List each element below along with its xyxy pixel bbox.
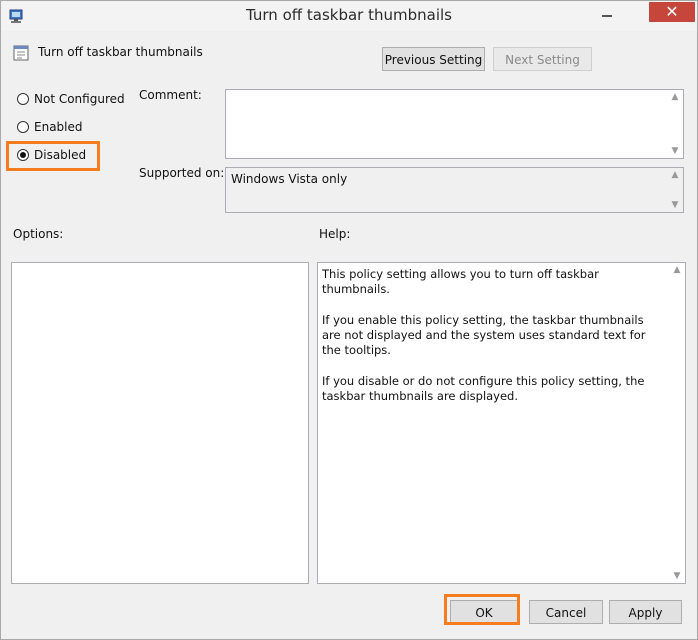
scroll-up-icon[interactable]: ▲ [669,265,685,275]
supported-scrollbar[interactable]: ▲ ▼ [667,168,683,212]
policy-setting-icon [13,45,29,61]
radio-label: Not Configured [34,92,125,106]
next-setting-button[interactable]: Next Setting [493,47,592,71]
radio-circle[interactable] [17,121,29,133]
options-panel [11,262,309,584]
supported-on-label: Supported on: [139,166,225,180]
scroll-up-icon[interactable]: ▲ [667,170,683,180]
disabled-highlight [6,141,100,171]
ok-highlight [444,594,520,625]
apply-button[interactable]: Apply [609,600,682,624]
comment-scrollbar[interactable]: ▲ ▼ [667,90,683,158]
scroll-down-icon[interactable]: ▼ [667,146,683,156]
supported-on-value: Windows Vista only [231,172,348,186]
title-bar: Turn off taskbar thumbnails ✕ [1,1,697,31]
scroll-down-icon[interactable]: ▼ [667,200,683,210]
help-text: This policy setting allows you to turn o… [322,267,665,420]
help-scrollbar[interactable]: ▲ ▼ [669,263,685,583]
help-paragraph: If you disable or do not configure this … [322,374,645,403]
scroll-up-icon[interactable]: ▲ [667,92,683,102]
comment-label: Comment: [139,88,202,102]
supported-on-box: Windows Vista only ▲ ▼ [225,167,684,213]
help-panel: This policy setting allows you to turn o… [317,262,686,584]
scroll-down-icon[interactable]: ▼ [669,571,685,581]
help-paragraph: This policy setting allows you to turn o… [322,267,599,296]
policy-name: Turn off taskbar thumbnails [38,45,203,59]
radio-circle[interactable] [17,93,29,105]
comment-textarea[interactable]: ▲ ▼ [225,89,684,159]
radio-label: Enabled [34,120,83,134]
minimize-button[interactable] [593,3,621,23]
policy-dialog-window: Turn off taskbar thumbnails ✕ Turn off t… [0,0,698,640]
cancel-button[interactable]: Cancel [529,600,603,624]
previous-setting-button[interactable]: Previous Setting [382,47,485,71]
help-label: Help: [319,227,351,241]
options-label: Options: [13,227,64,241]
help-paragraph: If you enable this policy setting, the t… [322,313,646,357]
close-icon: ✕ [665,2,679,21]
close-button[interactable]: ✕ [649,2,695,22]
